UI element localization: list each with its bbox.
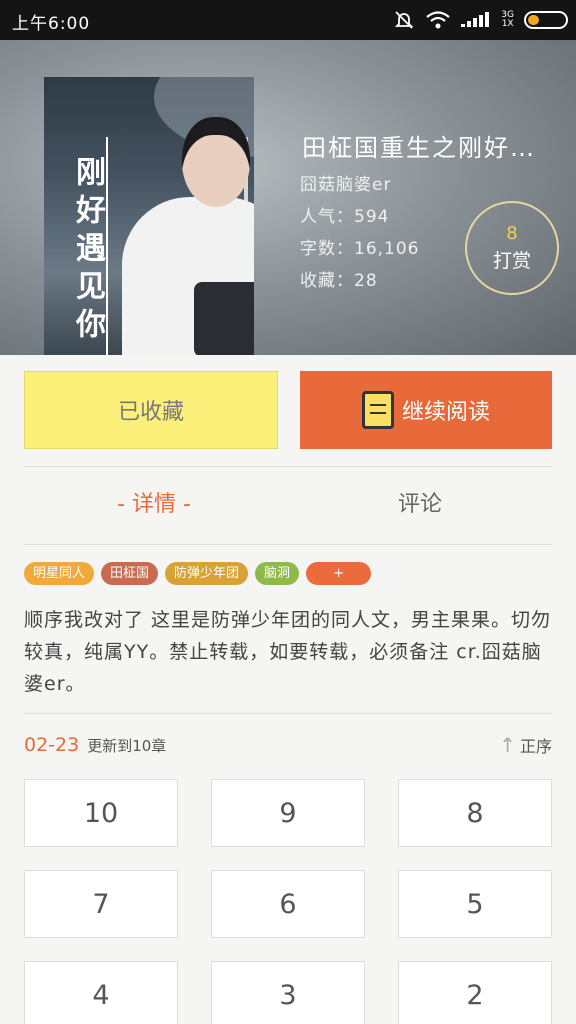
tab-details[interactable]: - 详情 - — [24, 485, 284, 525]
book-icon — [361, 391, 394, 429]
book-cover[interactable]: 刚好遇见你 — [44, 77, 254, 355]
chapter-button[interactable]: 3 — [211, 961, 365, 1024]
silent-icon — [395, 11, 414, 29]
book-word-count: 字数：16,106 — [300, 239, 420, 259]
sort-order-button[interactable]: ↑ 正序 — [499, 733, 552, 757]
update-row: 02-23 更新到10章 ↑ 正序 — [24, 730, 552, 760]
update-date: 02-23 — [24, 734, 80, 756]
chapter-button[interactable]: 8 — [398, 779, 552, 847]
continue-reading-label: 继续阅读 — [401, 400, 490, 425]
chapter-button[interactable]: 2 — [398, 961, 552, 1024]
status-icons: 3G 1X — [393, 8, 568, 32]
tag-bts[interactable]: 防弹少年团 — [165, 562, 249, 585]
divider — [24, 544, 552, 545]
divider — [24, 466, 552, 467]
book-author[interactable]: 囧菇脑婆er — [300, 170, 391, 195]
divider — [24, 713, 552, 714]
continue-reading-button[interactable]: 继续阅读 — [300, 371, 552, 449]
chapter-button[interactable]: 4 — [24, 961, 178, 1024]
sort-order-label: 正序 — [519, 737, 552, 756]
tab-comments[interactable]: 评论 — [290, 485, 550, 525]
favorited-button[interactable]: 已收藏 — [24, 371, 278, 449]
tag-list: 明星同人 田柾国 防弹少年团 脑洞 + — [24, 562, 371, 585]
tag-brainstorm[interactable]: 脑洞 — [255, 562, 300, 585]
battery-icon — [524, 11, 568, 29]
chapter-button[interactable]: 6 — [211, 870, 365, 938]
status-time: 上午6:00 — [12, 14, 91, 34]
tag-jungkook[interactable]: 田柾国 — [101, 562, 159, 585]
reward-button[interactable]: 8 打赏 — [465, 201, 559, 295]
signal-icon — [461, 12, 490, 27]
arrow-up-icon: ↑ — [499, 733, 516, 757]
book-header: 刚好遇见你 田柾国重生之刚好… 囧菇脑婆er 人气：594 字数：16,106 … — [0, 40, 576, 355]
network-type: 3G 1X — [501, 10, 514, 29]
chapter-button[interactable]: 10 — [24, 779, 178, 847]
status-bar: 上午6:00 3G 1X — [0, 0, 576, 40]
cover-title-text: 刚好遇见你 — [70, 156, 105, 346]
book-favorites: 收藏：28 — [300, 271, 378, 291]
add-tag-button[interactable]: + — [306, 562, 371, 585]
book-popularity: 人气：594 — [300, 207, 390, 227]
chapter-button[interactable]: 7 — [24, 870, 178, 938]
update-info: 更新到10章 — [87, 736, 167, 755]
reward-label: 打赏 — [492, 250, 531, 272]
book-description: 顺序我改对了 这里是防弹少年团的同人文，男主果果。切勿较真，纯属YY。禁止转载，… — [24, 609, 552, 695]
tag-celebrity-fanfic[interactable]: 明星同人 — [24, 562, 95, 585]
book-title: 田柾国重生之刚好… — [302, 134, 536, 162]
wifi-icon — [426, 11, 450, 29]
chapter-button[interactable]: 9 — [211, 779, 365, 847]
reward-count: 8 — [506, 223, 518, 244]
chapter-button[interactable]: 5 — [398, 870, 552, 938]
